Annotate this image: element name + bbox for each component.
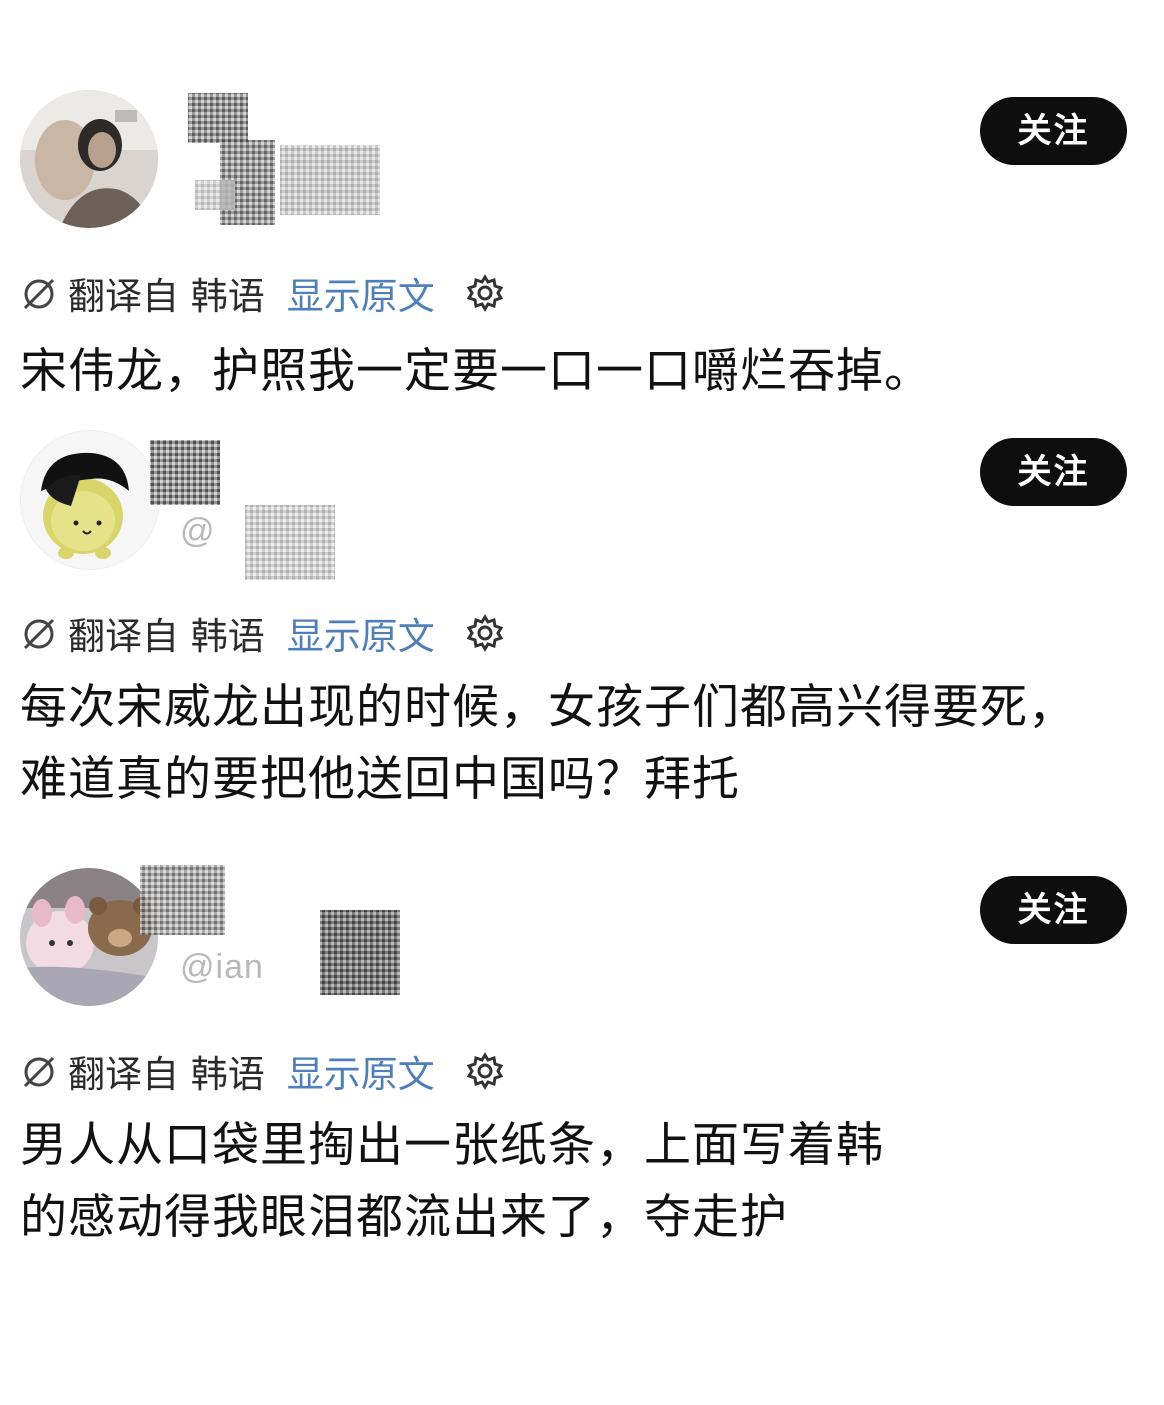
translation-info: 翻译自 韩语 显示原文 bbox=[20, 1046, 505, 1096]
slash-circle-icon bbox=[23, 278, 55, 310]
post-text: 每次宋威龙出现的时候，女孩子们都高兴得要死，难道真的要把他送回中国吗？拜托 bbox=[20, 680, 1076, 807]
user-handle: @ian bbox=[180, 948, 264, 986]
avatar-photo bbox=[20, 90, 158, 228]
post-text: 宋伟龙，护照我一定要一口一口嚼烂吞掉。 bbox=[20, 344, 932, 399]
avatar-cartoon bbox=[21, 431, 159, 569]
translated-from-label: 翻译自 韩语 bbox=[68, 615, 265, 658]
slash-circle-icon bbox=[23, 618, 55, 650]
follow-button[interactable]: 关注 bbox=[980, 876, 1127, 944]
gear-icon[interactable] bbox=[465, 273, 505, 313]
show-original-link[interactable]: 显示原文 bbox=[287, 1044, 435, 1098]
gear-icon[interactable] bbox=[465, 1051, 505, 1091]
gear-icon[interactable] bbox=[465, 613, 505, 653]
follow-button[interactable]: 关注 bbox=[980, 97, 1127, 165]
blurred-username bbox=[130, 855, 410, 1005]
slash-circle-icon bbox=[23, 1056, 55, 1088]
translated-from-label: 翻译自 韩语 bbox=[68, 1053, 265, 1096]
translation-info: 翻译自 韩语 显示原文 bbox=[20, 608, 505, 658]
show-original-link[interactable]: 显示原文 bbox=[287, 606, 435, 660]
translated-from-label: 翻译自 韩语 bbox=[68, 275, 265, 318]
follow-button[interactable]: 关注 bbox=[980, 438, 1127, 506]
cropped-overlay bbox=[880, 1115, 1164, 1255]
translation-info: 翻译自 韩语 显示原文 bbox=[20, 268, 505, 318]
show-original-link[interactable]: 显示原文 bbox=[287, 266, 435, 320]
blurred-username bbox=[180, 85, 400, 245]
avatar[interactable] bbox=[20, 430, 160, 570]
user-handle: @ bbox=[180, 512, 216, 550]
avatar[interactable] bbox=[20, 90, 158, 228]
